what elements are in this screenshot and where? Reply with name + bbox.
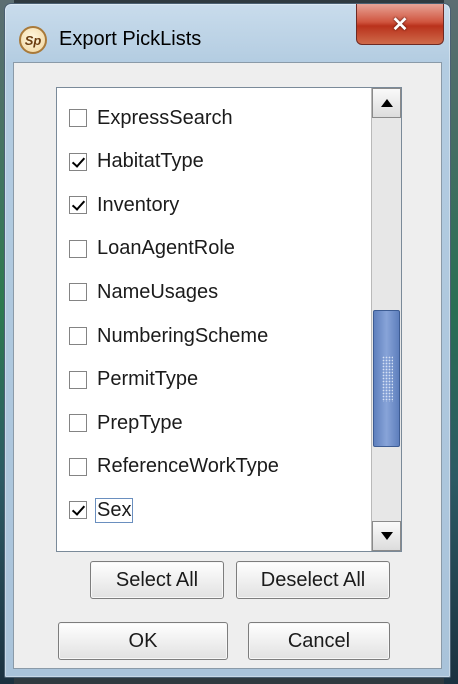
list-item[interactable]: HabitatType [69, 142, 204, 182]
list-item-label: Inventory [97, 193, 180, 216]
list-item[interactable]: ExpressSearch [69, 98, 233, 138]
scroll-up-button[interactable] [372, 88, 401, 118]
unchecked-checkbox[interactable] [69, 239, 87, 258]
picklist-list[interactable]: ExpressSearch HabitatType Inventory LoanAge… [57, 88, 371, 551]
dialog-content: ExpressSearch HabitatType Inventory LoanAge… [13, 62, 442, 669]
list-item-label: NumberingScheme [97, 324, 269, 347]
unchecked-checkbox[interactable] [69, 370, 87, 389]
unchecked-checkbox[interactable] [69, 109, 87, 127]
list-item[interactable]: Sex [69, 490, 134, 530]
window-title: Export PickLists [59, 28, 202, 50]
list-item[interactable]: PermitType [69, 360, 198, 400]
list-item-label: LoanAgentRole [97, 237, 235, 260]
list-item[interactable]: LoanAgentRole [69, 229, 235, 269]
specify-app-icon: Sp [19, 26, 47, 54]
cancel-button[interactable]: Cancel [248, 622, 390, 660]
scroll-track[interactable] [372, 118, 401, 521]
list-item[interactable]: ReferenceWorkType [69, 447, 279, 487]
deselect-all-button[interactable]: Deselect All [236, 561, 390, 599]
unchecked-checkbox[interactable] [69, 283, 87, 302]
checked-checkbox[interactable] [69, 152, 87, 171]
list-item[interactable]: PrepType [69, 403, 183, 443]
arrow-up-icon [380, 99, 393, 107]
close-icon: ✕ [391, 13, 409, 36]
unchecked-checkbox[interactable] [69, 414, 87, 433]
export-picklists-dialog: Sp Export PickLists ✕ ExpressSearch Habit… [4, 3, 451, 678]
list-item-label: PermitType [97, 368, 199, 391]
list-item[interactable]: NumberingScheme [69, 316, 268, 356]
unchecked-checkbox[interactable] [69, 327, 87, 345]
grip-icon [382, 355, 393, 402]
ok-button[interactable]: OK [58, 622, 228, 660]
list-item-label: Sex [95, 497, 134, 523]
picklist-list-panel: ExpressSearch HabitatType Inventory LoanAge… [56, 87, 402, 552]
arrow-down-icon [380, 532, 393, 540]
list-item-label: ExpressSearch [97, 106, 233, 129]
close-button[interactable]: ✕ [356, 4, 444, 45]
list-item-label: ReferenceWorkType [97, 455, 279, 478]
select-all-button[interactable]: Select All [90, 561, 224, 599]
list-item-label: NameUsages [97, 280, 219, 303]
list-item[interactable]: Inventory [69, 185, 179, 225]
list-item[interactable]: NameUsages [69, 272, 218, 312]
scroll-down-button[interactable] [372, 521, 401, 551]
checked-checkbox[interactable] [69, 196, 87, 215]
title-bar[interactable]: Sp Export PickLists ✕ [5, 4, 450, 62]
app-icon-label: Sp [24, 32, 42, 48]
scroll-thumb[interactable] [373, 310, 400, 447]
list-item-label: HabitatType [97, 150, 204, 173]
checked-checkbox[interactable] [69, 501, 87, 520]
list-item-label: PrepType [97, 411, 183, 434]
unchecked-checkbox[interactable] [69, 457, 87, 476]
vertical-scrollbar[interactable] [371, 88, 401, 551]
